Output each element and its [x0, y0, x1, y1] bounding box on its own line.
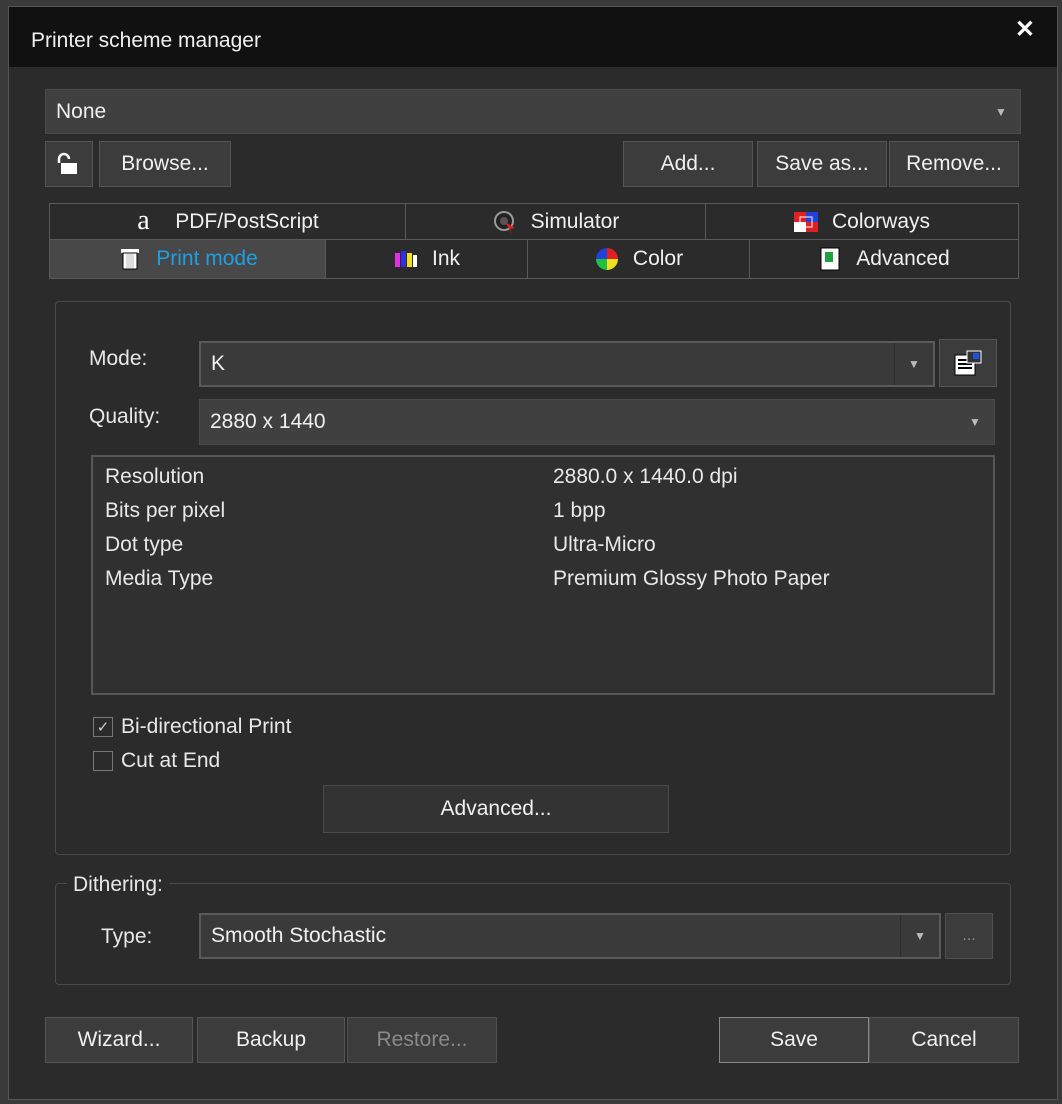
scheme-selected-value: None [56, 99, 107, 123]
settings-list-icon [954, 350, 982, 376]
add-button[interactable]: Add... [623, 141, 753, 187]
printer-scheme-manager-dialog: Printer scheme manager ✕ None ▼ Browse..… [8, 6, 1058, 1100]
quality-dropdown[interactable]: 2880 x 1440 ▼ [199, 399, 995, 445]
mode-settings-button[interactable] [939, 339, 997, 387]
detail-name: Media Type [105, 567, 214, 590]
bidirectional-label: Bi-directional Print [121, 715, 292, 738]
detail-value: 2880.0 x 1440.0 dpi [553, 465, 738, 488]
tab-label: Ink [431, 247, 460, 270]
dithering-type-dropdown[interactable]: Smooth Stochastic ▼ [199, 913, 941, 959]
tab-label: PDF/PostScript [175, 210, 319, 233]
scheme-dropdown[interactable]: None ▼ [45, 89, 1021, 134]
detail-value: Premium Glossy Photo Paper [553, 567, 830, 590]
tab-ink[interactable]: Ink [325, 239, 529, 279]
simulator-icon [493, 211, 515, 234]
dithering-group-label: Dithering: [67, 873, 169, 897]
dithering-type-value: Smooth Stochastic [211, 924, 387, 947]
print-mode-details-box: Resolution 2880.0 x 1440.0 dpi Bits per … [91, 455, 995, 695]
advanced-settings-button[interactable]: Advanced... [323, 785, 669, 833]
remove-button[interactable]: Remove... [889, 141, 1019, 187]
tab-simulator[interactable]: Simulator [405, 203, 707, 241]
detail-name: Dot type [105, 533, 184, 556]
detail-value: Ultra-Micro [553, 533, 656, 556]
chevron-down-icon: ▼ [969, 415, 981, 429]
close-icon[interactable]: ✕ [1015, 15, 1035, 44]
window-title: Printer scheme manager [31, 29, 261, 52]
tab-color[interactable]: Color [527, 239, 751, 279]
tab-label: Colorways [831, 210, 931, 233]
backup-button[interactable]: Backup [197, 1017, 345, 1063]
bidirectional-checkbox[interactable]: ✓ [93, 717, 113, 737]
quality-label: Quality: [89, 405, 161, 428]
cancel-button[interactable]: Cancel [869, 1017, 1019, 1063]
print-mode-icon [121, 249, 140, 270]
unlock-icon [57, 152, 77, 174]
detail-name: Resolution [105, 465, 205, 488]
detail-name: Bits per pixel [105, 499, 226, 522]
quality-value: 2880 x 1440 [210, 410, 326, 433]
advanced-icon [820, 247, 840, 271]
tab-advanced[interactable]: Advanced [749, 239, 1019, 279]
tab-label: Simulator [530, 210, 620, 233]
detail-value: 1 bpp [553, 499, 606, 522]
chevron-down-icon: ▼ [900, 915, 939, 957]
browse-button[interactable]: Browse... [99, 141, 231, 187]
cut-at-end-checkbox[interactable] [93, 751, 113, 771]
color-icon [595, 248, 618, 270]
tab-pdf-postscript[interactable]: a PDF/PostScript [49, 203, 407, 241]
tab-label: Color [632, 247, 684, 270]
chevron-down-icon: ▼ [894, 343, 933, 385]
colorways-icon [793, 212, 818, 232]
tab-colorways[interactable]: Colorways [705, 203, 1019, 241]
cut-at-end-label: Cut at End [121, 749, 221, 772]
mode-label: Mode: [89, 347, 148, 370]
lock-button[interactable] [45, 141, 93, 187]
tab-label: Advanced [856, 247, 950, 270]
checkmark-icon: ✓ [96, 719, 110, 736]
mode-value: K [211, 352, 226, 375]
ink-icon [394, 251, 417, 267]
save-button[interactable]: Save [719, 1017, 869, 1063]
chevron-down-icon: ▼ [995, 104, 1007, 119]
tab-print-mode[interactable]: Print mode [49, 239, 327, 279]
dithering-options-button[interactable]: ... [945, 913, 993, 959]
restore-button[interactable]: Restore... [347, 1017, 497, 1063]
tab-label: Print mode [156, 247, 258, 270]
save-as-button[interactable]: Save as... [757, 141, 887, 187]
mode-dropdown[interactable]: K ▼ [199, 341, 935, 387]
pdf-postscript-icon: a [137, 205, 150, 236]
wizard-button[interactable]: Wizard... [45, 1017, 193, 1063]
title-bar: Printer scheme manager ✕ [9, 7, 1057, 67]
dithering-type-label: Type: [101, 925, 153, 948]
